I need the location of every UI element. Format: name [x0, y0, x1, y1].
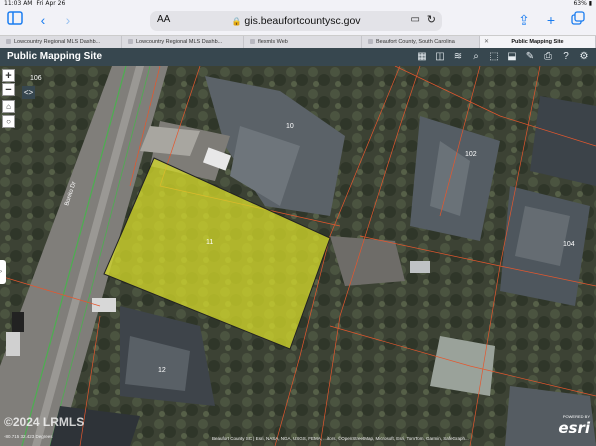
zoom-out-button[interactable]: − — [2, 83, 15, 96]
esri-wordmark: esri — [558, 419, 590, 437]
address-bar[interactable]: AA 🔒 gis.beaufortcountysc.gov ▭ ↻ — [150, 11, 442, 31]
settings-icon[interactable]: ⚙ — [578, 51, 590, 63]
new-tab-icon[interactable]: + — [541, 11, 561, 29]
address-url[interactable]: 🔒 gis.beaufortcountysc.gov — [150, 15, 442, 27]
map-view[interactable]: 10 11 12 102 104 106 Bonito Dr + − <> ⌂ … — [0, 66, 596, 446]
tab-strip: Lowcountry Regional MLS Dashb... Lowcoun… — [0, 35, 596, 49]
tab-overview-icon[interactable] — [568, 11, 588, 29]
draw-icon[interactable]: ✎ — [524, 51, 536, 63]
battery-indicator: 63% ▮ — [573, 0, 592, 7]
print-icon[interactable]: ⎙ — [542, 51, 554, 63]
reader-mode-icon[interactable]: ▭ — [411, 14, 420, 25]
parcel-label-102: 102 — [465, 151, 477, 158]
aerial-imagery: 10 11 12 102 104 106 Bonito Dr — [0, 66, 596, 446]
help-icon[interactable]: ? — [560, 51, 572, 63]
favicon-icon — [6, 39, 11, 45]
status-time: 11:03 AM Fri Apr 26 — [4, 0, 66, 7]
safari-toolbar: ‹ › AA 🔒 gis.beaufortcountysc.gov ▭ ↻ ⇪ + — [0, 8, 596, 34]
back-icon[interactable]: ‹ — [33, 11, 53, 29]
zoom-in-button[interactable]: + — [2, 69, 15, 82]
lock-icon: 🔒 — [231, 17, 242, 26]
search-icon[interactable]: ⌕ — [470, 51, 482, 63]
esri-logo[interactable]: POWERED BY esri — [558, 414, 590, 438]
map-attribution: Beaufort County SC | Esri, NASA, NGA, US… — [212, 436, 469, 441]
parcel-label-106: 106 — [30, 75, 42, 82]
share-icon[interactable]: ⇪ — [514, 11, 534, 29]
layers-icon[interactable]: ≋ — [452, 51, 464, 63]
sidebar-icon[interactable] — [5, 11, 25, 29]
locate-icon[interactable]: ○ — [2, 115, 15, 128]
forward-icon[interactable]: › — [58, 11, 78, 29]
favicon-icon — [128, 39, 133, 45]
measure-icon[interactable]: ⬚ — [488, 51, 500, 63]
coordinate-readout: -80.715 32.423 Degrees — [4, 434, 53, 439]
select-icon[interactable]: ⬓ — [506, 51, 518, 63]
parcel-label-11: 11 — [206, 239, 213, 246]
app-title: Public Mapping Site — [7, 51, 103, 62]
favicon-icon — [250, 39, 255, 45]
identify-icon[interactable]: ▦ — [416, 51, 428, 63]
ios-status-bar: 11:03 AM Fri Apr 26 63% ▮ — [0, 0, 596, 8]
app-header: Public Mapping Site ▦ ◫ ≋ ⌕ ⬚ ⬓ ✎ ⎙ ? ⚙ — [0, 48, 596, 66]
favicon-icon — [368, 39, 373, 45]
scale-toggle-button[interactable]: <> — [22, 86, 35, 99]
parcel-label-10: 10 — [286, 123, 294, 130]
parcel-label-12: 12 — [158, 367, 166, 374]
map-toolbar: ▦ ◫ ≋ ⌕ ⬚ ⬓ ✎ ⎙ ? ⚙ — [416, 51, 590, 64]
reload-icon[interactable]: ↻ — [427, 13, 436, 26]
home-icon[interactable]: ⌂ — [2, 100, 15, 113]
watermark: ©2024 LRMLS — [4, 415, 85, 429]
side-panel-handle[interactable]: › — [0, 260, 6, 284]
basemap-icon[interactable]: ◫ — [434, 51, 446, 63]
parcel-label-104: 104 — [563, 241, 575, 248]
